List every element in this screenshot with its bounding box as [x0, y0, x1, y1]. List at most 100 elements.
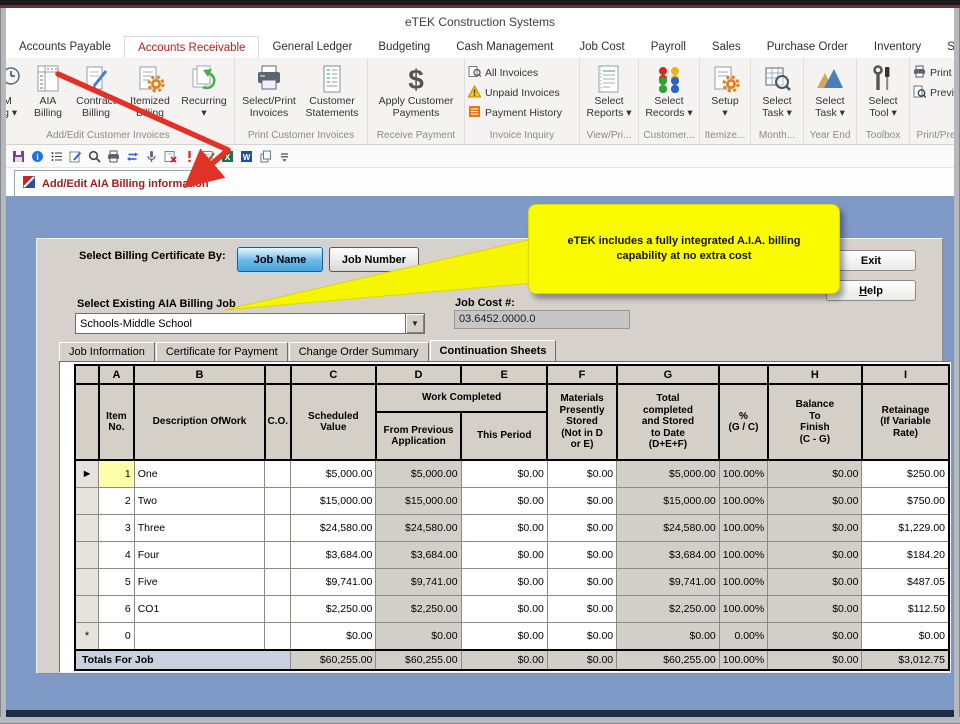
cell-description[interactable]: Three [133, 514, 266, 542]
cell-co[interactable] [264, 595, 292, 623]
cell-item[interactable]: 0 [98, 622, 135, 651]
cell-description[interactable]: Five [133, 568, 266, 596]
menu-inventory[interactable]: Inventory [861, 36, 934, 58]
ribbon-item-aia-billing[interactable]: AIA Billing [27, 61, 69, 119]
cell-materials[interactable]: $0.00 [546, 622, 618, 651]
tab-change-order-summary[interactable]: Change Order Summary [288, 342, 429, 361]
cell-retainage[interactable]: $1,229.00 [861, 514, 950, 542]
cell-co[interactable] [264, 514, 292, 542]
row-selector[interactable] [74, 568, 100, 596]
menu-accounts-payable[interactable]: Accounts Payable [6, 36, 124, 58]
cell-co[interactable] [264, 568, 292, 596]
cell-co[interactable] [264, 622, 292, 651]
ribbon-item-customer-statements[interactable]: Customer Statements [300, 61, 364, 119]
cell-scheduled[interactable]: $0.00 [290, 622, 377, 651]
new-row-selector[interactable]: * [74, 622, 100, 651]
ribbon-item-select-print-invoices[interactable]: Select/Print Invoices [238, 61, 300, 119]
cell-item[interactable]: 6 [98, 595, 135, 623]
menu-sales[interactable]: Sales [699, 36, 754, 58]
menu-accounts-receivable[interactable]: Accounts Receivable [124, 36, 260, 58]
cell-this-period[interactable]: $0.00 [460, 568, 548, 596]
ribbon-item-select-task-yearend[interactable]: Select Task ▾ [807, 61, 853, 119]
menu-general-ledger[interactable]: General Ledger [259, 36, 365, 58]
ribbon-item-print[interactable]: Print [913, 65, 954, 81]
menu-system-utilities[interactable]: System Ut [934, 36, 954, 58]
menu-job-cost[interactable]: Job Cost [566, 36, 637, 58]
cell-retainage[interactable]: $487.05 [861, 568, 950, 596]
cell-materials[interactable]: $0.00 [546, 541, 618, 569]
ribbon-item-tm-billing[interactable]: /Ming ▾ [6, 61, 27, 119]
cell-this-period[interactable]: $0.00 [460, 514, 548, 542]
ribbon-item-unpaid-invoices[interactable]: Unpaid Invoices [467, 84, 576, 101]
cell-scheduled[interactable]: $9,741.00 [290, 568, 377, 596]
cell-scheduled[interactable]: $15,000.00 [290, 487, 377, 515]
chevron-down-icon[interactable]: ▼ [405, 314, 424, 333]
ribbon-item-itemized-billing[interactable]: Itemized Billing [123, 61, 177, 119]
cell-item[interactable]: 4 [98, 541, 135, 569]
cell-retainage[interactable]: $750.00 [861, 487, 950, 515]
cell-materials[interactable]: $0.00 [546, 595, 618, 623]
row-selector[interactable] [74, 541, 100, 569]
edit-icon[interactable] [68, 149, 83, 164]
cell-scheduled[interactable]: $3,684.00 [290, 541, 377, 569]
cell-item[interactable]: 3 [98, 514, 135, 542]
search-icon[interactable] [87, 149, 102, 164]
list-icon[interactable] [49, 149, 64, 164]
ribbon-item-preview[interactable]: Preview [913, 85, 954, 101]
menu-budgeting[interactable]: Budgeting [365, 36, 443, 58]
ribbon-item-select-task-month[interactable]: Select Task ▾ [754, 61, 800, 119]
ribbon-item-recurring[interactable]: Recurring ▾ [177, 61, 231, 119]
ribbon-item-apply-payments[interactable]: $ Apply Customer Payments [371, 61, 461, 119]
toolbar-overflow-icon[interactable] [277, 149, 292, 164]
find-form-icon[interactable] [201, 149, 216, 164]
cell-this-period[interactable]: $0.00 [460, 541, 548, 569]
menu-cash-management[interactable]: Cash Management [443, 36, 566, 58]
existing-job-select[interactable]: Schools-Middle School ▼ [75, 313, 425, 334]
alert-icon[interactable] [182, 149, 197, 164]
copy-icon[interactable] [258, 149, 273, 164]
cell-this-period[interactable]: $0.00 [460, 459, 548, 488]
ribbon-item-contract-billing[interactable]: Contract Billing [69, 61, 123, 119]
cell-this-period[interactable]: $0.00 [460, 595, 548, 623]
cell-description[interactable]: Four [133, 541, 266, 569]
cell-materials[interactable]: $0.00 [546, 487, 618, 515]
ribbon-item-select-records[interactable]: Select Records ▾ [642, 61, 696, 119]
row-selector[interactable] [74, 514, 100, 542]
ribbon-item-payment-history[interactable]: Payment History [468, 105, 576, 121]
menu-payroll[interactable]: Payroll [638, 36, 699, 58]
job-name-button[interactable]: Job Name [237, 247, 323, 272]
ribbon-item-select-reports[interactable]: Select Reports ▾ [583, 61, 635, 119]
tab-add-edit-aia-billing[interactable]: Add/Edit AIA Billing information [14, 170, 228, 197]
tab-continuation-sheets[interactable]: Continuation Sheets [429, 340, 557, 361]
cell-retainage[interactable]: $184.20 [861, 541, 950, 569]
export-excel-icon[interactable]: X [220, 149, 235, 164]
cell-description[interactable] [133, 622, 266, 651]
row-selector[interactable] [74, 487, 100, 515]
cell-this-period[interactable]: $0.00 [460, 487, 548, 515]
cell-retainage[interactable]: $112.50 [861, 595, 950, 623]
cell-co[interactable] [264, 487, 292, 515]
cell-description[interactable]: CO1 [133, 595, 266, 623]
print-icon[interactable] [106, 149, 121, 164]
cell-retainage[interactable]: $0.00 [861, 622, 950, 651]
close-form-icon[interactable] [163, 149, 178, 164]
cell-item[interactable]: 1 [98, 459, 135, 488]
sync-icon[interactable] [125, 149, 140, 164]
cell-description[interactable]: Two [133, 487, 266, 515]
save-icon[interactable] [11, 149, 26, 164]
ribbon-item-all-invoices[interactable]: All Invoices [468, 65, 576, 81]
cell-item[interactable]: 2 [98, 487, 135, 515]
cell-co[interactable] [264, 459, 292, 488]
cell-item[interactable]: 5 [98, 568, 135, 596]
row-selector[interactable] [74, 595, 100, 623]
tab-certificate-for-payment[interactable]: Certificate for Payment [155, 342, 288, 361]
row-selector[interactable]: ► [74, 459, 100, 488]
info-icon[interactable]: i [30, 149, 45, 164]
cell-this-period[interactable]: $0.00 [460, 622, 548, 651]
cell-scheduled[interactable]: $24,580.00 [290, 514, 377, 542]
cell-co[interactable] [264, 541, 292, 569]
cell-materials[interactable]: $0.00 [546, 568, 618, 596]
cell-scheduled[interactable]: $5,000.00 [290, 459, 377, 488]
menu-purchase-order[interactable]: Purchase Order [754, 36, 861, 58]
cell-scheduled[interactable]: $2,250.00 [290, 595, 377, 623]
